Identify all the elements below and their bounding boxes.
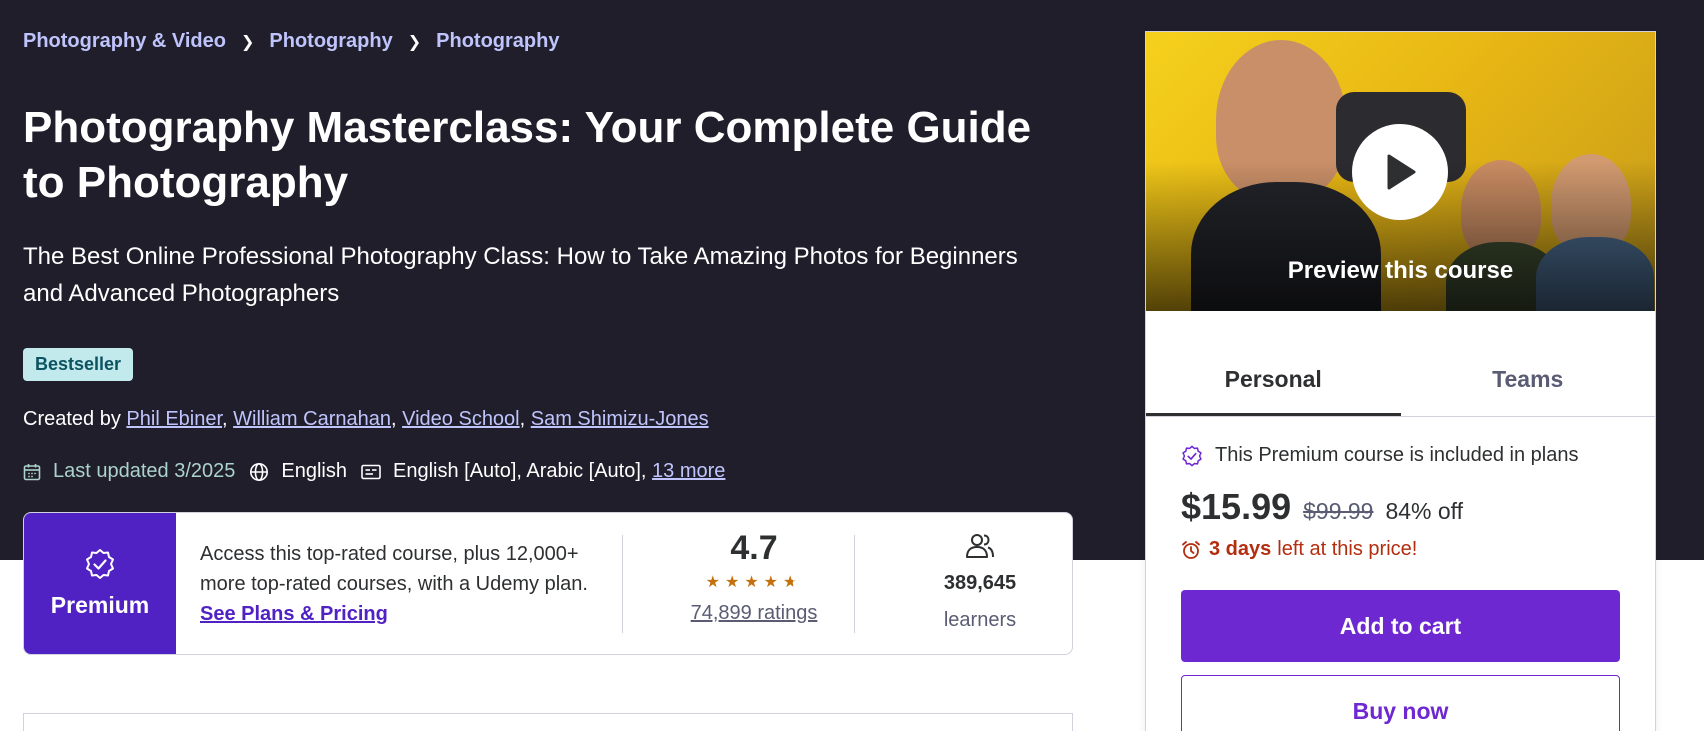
premium-banner: Premium Access this top-rated course, pl… — [23, 512, 1073, 655]
plans-pricing-link[interactable]: See Plans & Pricing — [200, 603, 388, 625]
days-left: 3 days — [1209, 538, 1272, 560]
rating-value: 4.7 — [730, 529, 778, 567]
breadcrumb-item-subcategory[interactable]: Photography — [269, 30, 392, 53]
preview-label: Preview this course — [1287, 257, 1514, 284]
purchase-sidebar: Preview this course Personal Teams This … — [1145, 31, 1656, 731]
course-subtitle: The Best Online Professional Photography… — [23, 243, 1018, 307]
premium-label: Premium — [50, 592, 150, 618]
last-updated: Last updated 3/2025 — [23, 460, 235, 483]
premium-text: Access this top-rated course, plus 12,00… — [200, 543, 588, 595]
learners-label: learners — [943, 609, 1017, 631]
play-button[interactable] — [1352, 124, 1448, 220]
course-content-box — [23, 713, 1073, 731]
tab-teams[interactable]: Teams — [1401, 311, 1656, 416]
breadcrumb-item-category[interactable]: Photography & Video — [23, 30, 226, 53]
add-to-cart-button[interactable]: Add to cart — [1181, 590, 1620, 662]
chevron-right-icon: ❯ — [240, 33, 255, 51]
instructor-link[interactable]: Video School — [402, 408, 520, 430]
star-icon: ★ — [724, 574, 745, 591]
tab-personal[interactable]: Personal — [1146, 311, 1401, 416]
premium-included-note: This Premium course is included in plans — [1181, 444, 1579, 467]
premium-description: Access this top-rated course, plus 12,00… — [200, 539, 590, 629]
buy-now-button[interactable]: Buy now — [1181, 675, 1620, 731]
star-half-icon: ★★ — [783, 574, 803, 591]
course-rating: 4.7 ★★★★★★ 74,899 ratings — [624, 529, 884, 625]
rating-stars: ★★★★★★ — [624, 572, 884, 592]
included-text: This Premium course is included in plans — [1215, 444, 1579, 466]
premium-tile: Premium — [24, 513, 176, 654]
star-icon: ★ — [763, 574, 784, 591]
course-preview[interactable]: Preview this course — [1146, 32, 1655, 311]
instructor-link[interactable]: Phil Ebiner — [126, 408, 222, 430]
current-price: $15.99 — [1181, 486, 1292, 527]
instructor-link[interactable]: Sam Shimizu-Jones — [531, 408, 709, 430]
bestseller-badge: Bestseller — [23, 348, 134, 381]
play-icon — [1387, 154, 1416, 190]
original-price: $99.99 — [1303, 498, 1374, 524]
globe-icon — [250, 462, 269, 481]
price-timer: 3 days left at this price! — [1181, 538, 1417, 561]
course-title: Photography Masterclass: Your Complete G… — [23, 103, 1032, 207]
pricing-tabs: Personal Teams — [1146, 311, 1655, 417]
captions-icon — [361, 464, 381, 479]
divider — [854, 535, 855, 633]
learners-count: 389,645 — [943, 572, 1017, 594]
timer-text: left at this price! — [1277, 538, 1418, 560]
alarm-icon — [1182, 540, 1200, 559]
chevron-right-icon: ❯ — [407, 33, 422, 51]
ratings-count-link[interactable]: 74,899 ratings — [624, 602, 884, 625]
divider — [622, 535, 623, 633]
course-captions: English [Auto], Arabic [Auto], 13 more — [361, 460, 725, 483]
created-by-label: Created by — [23, 408, 121, 430]
course-learners: 389,645 learners — [870, 533, 1072, 632]
course-language: English — [249, 460, 347, 483]
calendar-icon — [23, 463, 41, 480]
price-row: $15.99 $99.99 84% off — [1181, 486, 1463, 528]
premium-badge-icon — [1182, 445, 1202, 466]
premium-badge-icon — [86, 549, 114, 579]
star-icon: ★ — [744, 574, 764, 591]
last-updated-text: Last updated 3/2025 — [53, 460, 236, 482]
star-icon: ★ — [705, 574, 725, 591]
users-icon — [966, 534, 994, 558]
language-text: English — [281, 460, 347, 482]
course-meta: Last updated 3/2025 English English [Aut… — [23, 460, 739, 483]
breadcrumb-item-topic[interactable]: Photography — [436, 30, 559, 53]
instructor-link[interactable]: William Carnahan — [233, 408, 391, 430]
breadcrumb: Photography & Video ❯ Photography ❯ Phot… — [23, 30, 559, 53]
discount-percent: 84% off — [1385, 498, 1464, 524]
instructors-line: Created by Phil Ebiner, William Carnahan… — [23, 408, 709, 430]
captions-more-link[interactable]: 13 more — [652, 460, 725, 483]
captions-text: English [Auto], Arabic [Auto], — [393, 460, 647, 482]
